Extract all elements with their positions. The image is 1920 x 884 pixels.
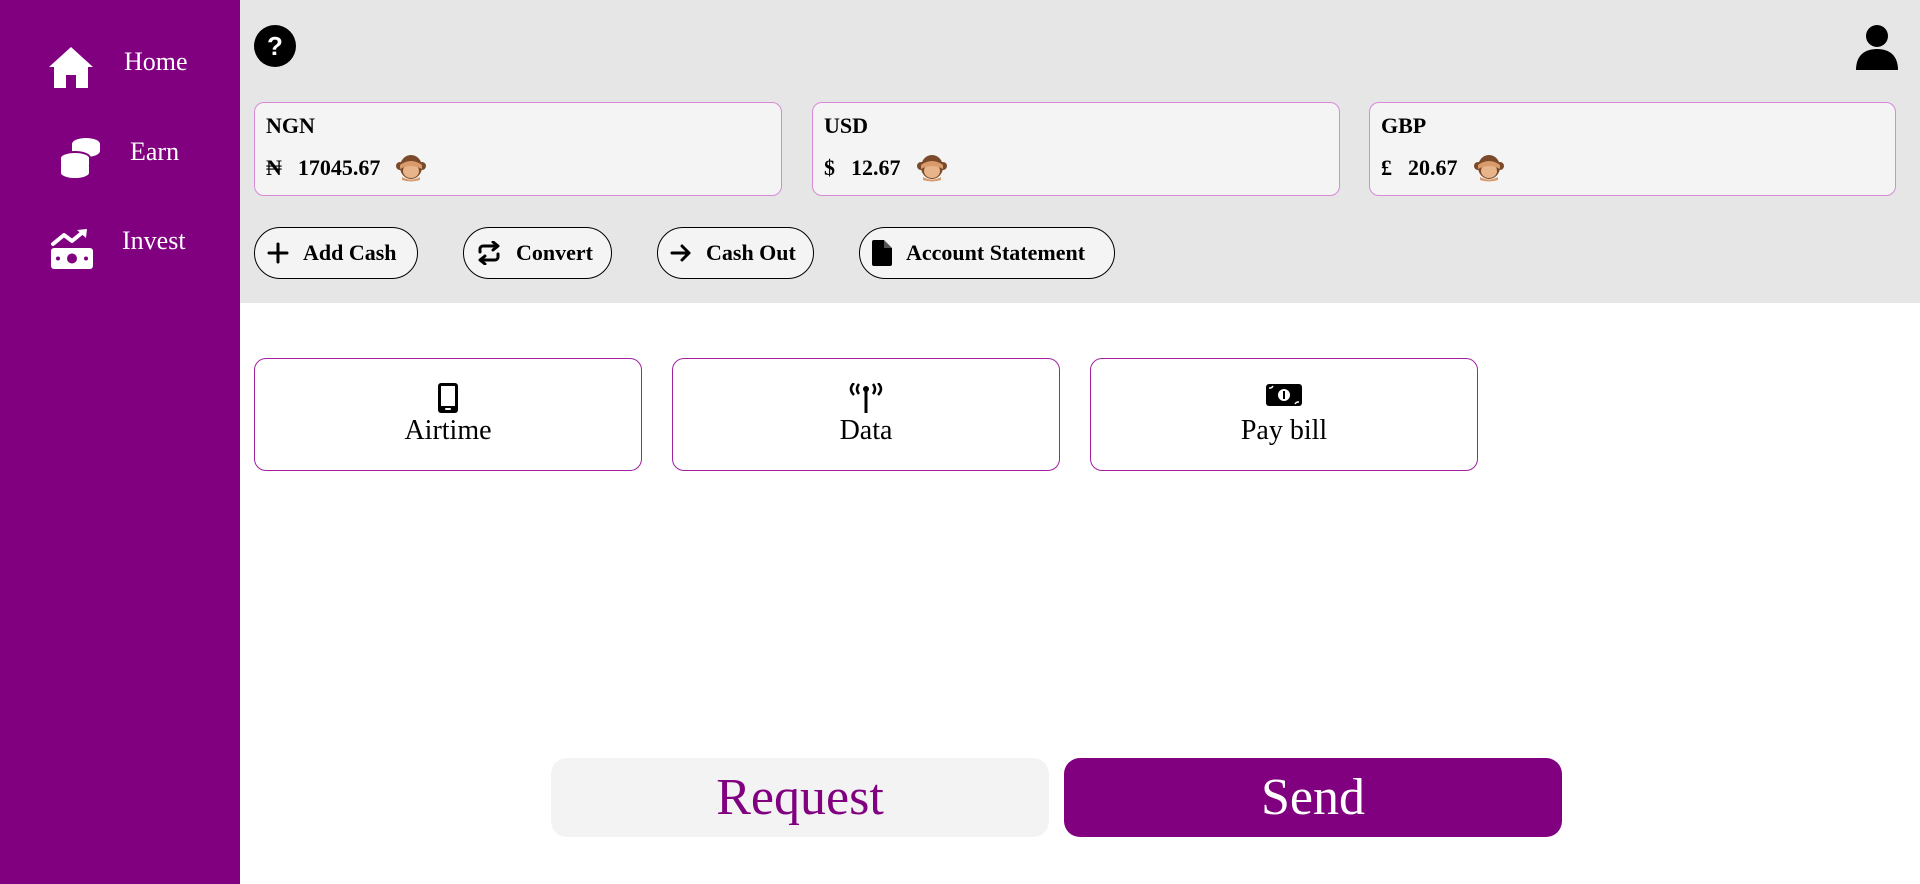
airtime-card[interactable]: Airtime bbox=[254, 358, 642, 471]
currency-symbol: ₦ bbox=[266, 155, 282, 180]
see-no-evil-monkey-icon[interactable] bbox=[1473, 153, 1504, 183]
account-statement-label: Account Statement bbox=[906, 240, 1086, 265]
wallet-currency-code: NGN bbox=[266, 113, 315, 138]
add-cash-button[interactable]: Add Cash bbox=[254, 227, 418, 279]
wallet-card-gbp: GBP £ 20.67 bbox=[1369, 102, 1896, 196]
repeat-icon bbox=[478, 241, 500, 265]
wallet-card-usd: USD $ 12.67 bbox=[812, 102, 1340, 196]
pay-bill-label: Pay bill bbox=[1240, 415, 1328, 446]
balance-amount: 12.67 bbox=[851, 155, 901, 180]
sidebar-item-label: Earn bbox=[130, 137, 180, 166]
data-card[interactable]: Data bbox=[672, 358, 1060, 471]
question-icon: ? bbox=[267, 30, 283, 61]
pay-bill-card[interactable]: Pay bill bbox=[1090, 358, 1478, 471]
sidebar-item-label: Home bbox=[124, 47, 188, 76]
arrow-right-icon bbox=[670, 244, 691, 262]
wallet-currency-code: GBP bbox=[1381, 113, 1427, 138]
sidebar-item-invest[interactable]: Invest bbox=[0, 214, 240, 284]
money-bill-icon bbox=[1266, 384, 1302, 406]
mobile-phone-icon bbox=[438, 383, 458, 413]
request-button[interactable]: Request bbox=[551, 758, 1049, 837]
cash-out-label: Cash Out bbox=[706, 240, 796, 265]
coins-icon bbox=[59, 138, 100, 180]
wallet-card-ngn: NGN ₦ 17045.67 bbox=[254, 102, 782, 196]
see-no-evil-monkey-icon[interactable] bbox=[916, 153, 947, 183]
sidebar-item-label: Invest bbox=[122, 226, 186, 255]
balance-amount: 20.67 bbox=[1408, 155, 1458, 180]
sidebar: Home Earn Invest bbox=[0, 0, 240, 884]
convert-button[interactable]: Convert bbox=[463, 227, 612, 279]
wallet-balance: £ 20.67 bbox=[1381, 153, 1504, 183]
add-cash-label: Add Cash bbox=[303, 240, 397, 265]
send-button[interactable]: Send bbox=[1064, 758, 1562, 837]
wallet-balance: ₦ 17045.67 bbox=[266, 153, 427, 183]
cash-out-button[interactable]: Cash Out bbox=[657, 227, 814, 279]
money-growth-icon bbox=[51, 229, 93, 269]
sidebar-item-home[interactable]: Home bbox=[0, 35, 240, 105]
see-no-evil-monkey-icon[interactable] bbox=[396, 153, 427, 183]
plus-icon bbox=[267, 242, 289, 264]
currency-symbol: $ bbox=[824, 155, 835, 180]
balance-amount: 17045.67 bbox=[297, 155, 381, 180]
account-statement-button[interactable]: Account Statement bbox=[859, 227, 1115, 279]
help-button[interactable]: ? bbox=[254, 25, 296, 67]
wallet-balance: $ 12.67 bbox=[824, 153, 947, 183]
sidebar-item-earn[interactable]: Earn bbox=[0, 125, 240, 195]
convert-label: Convert bbox=[516, 240, 593, 265]
user-icon[interactable] bbox=[1854, 24, 1900, 70]
tower-broadcast-icon bbox=[849, 383, 883, 413]
currency-symbol: £ bbox=[1381, 155, 1392, 180]
airtime-label: Airtime bbox=[404, 415, 492, 446]
wallet-currency-code: USD bbox=[824, 113, 869, 138]
home-icon bbox=[49, 47, 93, 88]
file-icon bbox=[872, 240, 892, 266]
data-label: Data bbox=[839, 415, 893, 446]
